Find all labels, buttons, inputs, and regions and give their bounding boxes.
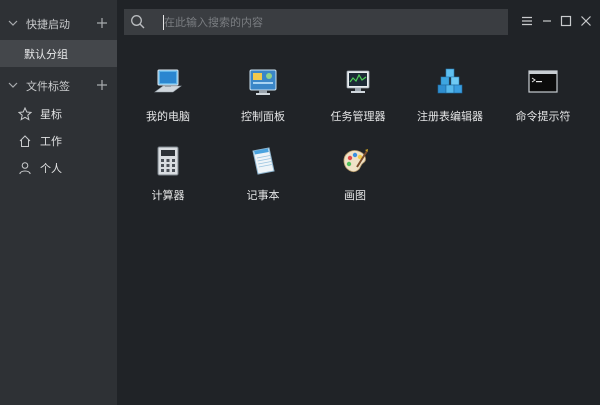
registry-editor-icon bbox=[437, 68, 463, 94]
app-label: 计算器 bbox=[151, 189, 185, 202]
search-icon[interactable] bbox=[130, 14, 146, 30]
paint-icon bbox=[343, 149, 368, 172]
calculator-icon bbox=[157, 146, 179, 176]
app-command-prompt[interactable]: 命令提示符 bbox=[498, 66, 588, 136]
app-label: 命令提示符 bbox=[515, 110, 571, 123]
sidebar-item-label: 星标 bbox=[40, 108, 62, 121]
quick-launch-header[interactable]: 快捷启动 bbox=[0, 10, 117, 36]
menu-icon[interactable] bbox=[520, 14, 534, 28]
app-label: 控制面板 bbox=[241, 110, 285, 123]
search-bar[interactable] bbox=[124, 9, 508, 35]
control-panel-icon bbox=[249, 69, 277, 95]
sidebar-item-label: 工作 bbox=[40, 135, 62, 148]
app-label: 任务管理器 bbox=[330, 110, 386, 123]
star-icon bbox=[18, 107, 32, 121]
sidebar-item-star[interactable]: 星标 bbox=[0, 102, 117, 126]
maximize-icon[interactable] bbox=[559, 14, 573, 28]
sidebar-item-label: 个人 bbox=[40, 162, 62, 175]
file-tags-label: 文件标签 bbox=[26, 80, 70, 93]
app-paint[interactable]: 画图 bbox=[310, 145, 400, 215]
sidebar-item-default-group[interactable]: 默认分组 bbox=[0, 40, 117, 67]
sidebar-item-label: 默认分组 bbox=[24, 48, 68, 61]
app-label: 我的电脑 bbox=[146, 110, 190, 123]
computer-icon bbox=[154, 69, 182, 93]
notepad-icon bbox=[252, 147, 275, 175]
app-calculator[interactable]: 计算器 bbox=[123, 145, 213, 215]
quick-launch-label: 快捷启动 bbox=[26, 18, 70, 31]
main-panel: 我的电脑 控制面板 任务管理器 注册 bbox=[117, 0, 600, 405]
home-icon bbox=[19, 135, 31, 147]
add-tag-icon[interactable] bbox=[96, 79, 108, 91]
app-task-manager[interactable]: 任务管理器 bbox=[313, 66, 403, 136]
app-label: 画图 bbox=[344, 189, 366, 202]
app-my-computer[interactable]: 我的电脑 bbox=[123, 66, 213, 136]
sidebar-item-work[interactable]: 工作 bbox=[0, 129, 117, 153]
minimize-icon[interactable] bbox=[540, 14, 554, 28]
person-icon bbox=[19, 162, 31, 175]
add-group-icon[interactable] bbox=[96, 17, 108, 29]
app-registry-editor[interactable]: 注册表编辑器 bbox=[405, 66, 495, 136]
app-label: 记事本 bbox=[246, 189, 280, 202]
close-icon[interactable] bbox=[579, 14, 593, 28]
app-label: 注册表编辑器 bbox=[417, 110, 483, 123]
chevron-down-icon[interactable] bbox=[8, 18, 18, 28]
sidebar: 快捷启动 默认分组 文件标签 星标 工作 个人 bbox=[0, 0, 117, 405]
command-prompt-icon bbox=[528, 70, 558, 93]
app-notepad[interactable]: 记事本 bbox=[218, 145, 308, 215]
search-input[interactable] bbox=[164, 12, 494, 32]
app-control-panel[interactable]: 控制面板 bbox=[218, 66, 308, 136]
sidebar-item-personal[interactable]: 个人 bbox=[0, 156, 117, 180]
chevron-down-icon[interactable] bbox=[8, 80, 18, 90]
task-manager-icon bbox=[346, 70, 370, 93]
file-tags-header[interactable]: 文件标签 bbox=[0, 72, 117, 98]
